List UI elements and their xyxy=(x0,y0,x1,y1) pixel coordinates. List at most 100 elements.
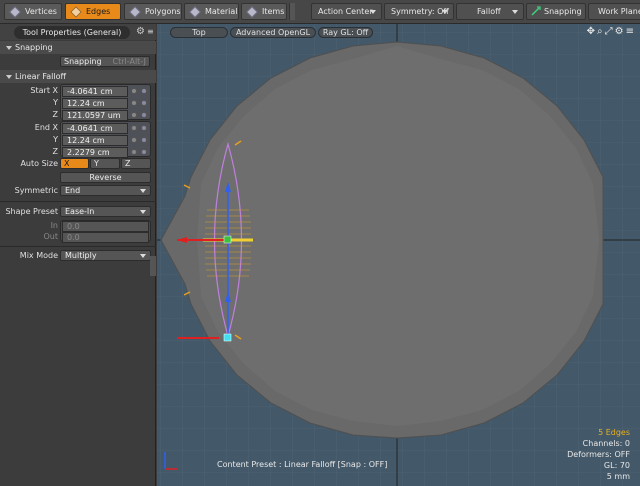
action-center-dropdown[interactable]: Action Center xyxy=(311,3,382,20)
raygl-toggle[interactable]: Ray GL: Off xyxy=(318,27,373,38)
gl-stat: GL: 70 xyxy=(603,461,630,470)
3d-viewport[interactable]: Top Advanced OpenGL Ray GL: Off ✥⌕⤢⚙≡ 5 … xyxy=(157,24,640,486)
edges-icon xyxy=(70,6,82,18)
falloff-label: Falloff xyxy=(477,7,501,16)
mix-mode-select[interactable]: Multiply xyxy=(60,250,151,261)
mix-mode-label: Mix Mode xyxy=(19,251,58,260)
start-x-field[interactable]: -4.0641 cm xyxy=(62,86,128,97)
envelope-dot-icon[interactable] xyxy=(141,88,147,94)
materials-mode-button[interactable]: Materials xyxy=(184,3,239,20)
content-preset-status: Content Preset : Linear Falloff [Snap : … xyxy=(217,460,388,469)
envelope-dot-icon[interactable] xyxy=(141,137,147,143)
snapping-icon xyxy=(531,6,541,16)
fit-icon[interactable]: ⤢ xyxy=(605,26,615,37)
menu-icon[interactable]: ≡ xyxy=(147,26,154,37)
auto-size-y-button[interactable]: Y xyxy=(90,158,120,169)
in-label: In xyxy=(50,221,58,230)
chevron-down-icon xyxy=(140,210,146,214)
work-plane-button[interactable]: Work Plane xyxy=(588,3,640,20)
snapping-button[interactable]: Snapping Ctrl-Alt-J xyxy=(60,56,150,67)
start-z-label: Z xyxy=(52,110,58,119)
snapping-label: Snapping xyxy=(544,7,582,16)
chevron-down-icon xyxy=(140,189,146,193)
polygons-icon xyxy=(129,6,141,18)
shape-preset-select[interactable]: Ease-In xyxy=(60,206,151,217)
vertices-icon xyxy=(9,6,21,18)
auto-size-z-button[interactable]: Z xyxy=(121,158,151,169)
shading-dropdown[interactable]: Advanced OpenGL xyxy=(230,27,316,38)
start-y-field[interactable]: 12.24 cm xyxy=(62,98,128,109)
animate-dot-icon[interactable] xyxy=(131,149,137,155)
snapping-toggle-button[interactable]: Snapping xyxy=(526,3,586,20)
end-x-field[interactable]: -4.0641 cm xyxy=(62,123,128,134)
edges-mode-label: Edges xyxy=(86,7,111,16)
animate-dot-icon[interactable] xyxy=(131,137,137,143)
reverse-button[interactable]: Reverse xyxy=(60,172,151,183)
out-label: Out xyxy=(43,232,58,241)
polygons-mode-label: Polygons xyxy=(145,7,181,16)
top-toolbar: Vertices Edges Polygons Materials Items … xyxy=(0,0,640,24)
edges-mode-button[interactable]: Edges xyxy=(65,3,121,20)
mix-mode-value: Multiply xyxy=(65,251,97,260)
viewport-canvas[interactable] xyxy=(157,24,640,486)
animate-dot-icon[interactable] xyxy=(131,88,137,94)
shape-preset-value: Ease-In xyxy=(65,207,95,216)
falloff-dropdown[interactable]: Falloff xyxy=(456,3,524,20)
symmetry-dropdown[interactable]: Symmetry: Off xyxy=(384,3,454,20)
materials-icon xyxy=(189,6,201,18)
channels-stat: Channels: 0 xyxy=(582,439,630,448)
start-z-field[interactable]: 121.0597 um xyxy=(62,110,128,121)
envelope-dot-icon[interactable] xyxy=(141,112,147,118)
gear-icon[interactable]: ⚙ xyxy=(615,26,626,37)
animate-dot-icon[interactable] xyxy=(131,100,137,106)
start-handle[interactable] xyxy=(223,235,232,244)
symmetric-select[interactable]: End xyxy=(60,185,151,196)
symmetric-label: Symmetric xyxy=(14,186,58,195)
menu-icon[interactable]: ≡ xyxy=(626,26,636,37)
action-center-label: Action Center xyxy=(318,7,373,16)
envelope-dot-icon[interactable] xyxy=(141,125,147,131)
materials-mode-label: Materials xyxy=(205,7,239,16)
in-field[interactable]: 0.0 xyxy=(62,221,149,232)
chevron-down-icon xyxy=(442,10,448,14)
items-mode-button[interactable]: Items xyxy=(241,3,287,20)
polygons-mode-button[interactable]: Polygons xyxy=(124,3,182,20)
panel-title[interactable]: Tool Properties (General) xyxy=(14,26,130,39)
pan-icon[interactable]: ✥ xyxy=(587,26,597,37)
divider xyxy=(0,246,156,247)
end-y-field[interactable]: 12.24 cm xyxy=(62,135,128,146)
vertices-mode-label: Vertices xyxy=(25,7,57,16)
auto-size-x-button[interactable]: X xyxy=(60,158,89,169)
snapping-shortcut: Ctrl-Alt-J xyxy=(112,57,146,66)
chevron-down-icon xyxy=(140,254,146,258)
divider xyxy=(0,201,156,202)
snapping-section-header[interactable]: Snapping xyxy=(0,41,156,54)
gear-icon[interactable]: ⚙ xyxy=(136,26,145,37)
auto-size-label: Auto Size xyxy=(20,159,58,168)
viewport-nav-icons: ✥⌕⤢⚙≡ xyxy=(587,26,636,37)
tool-properties-panel: Tool Properties (General) ⚙ ≡ Snapping S… xyxy=(0,24,156,486)
out-field[interactable]: 0.0 xyxy=(62,232,149,243)
envelope-dot-icon[interactable] xyxy=(141,149,147,155)
zoom-icon[interactable]: ⌕ xyxy=(597,26,605,37)
end-handle[interactable] xyxy=(223,333,232,342)
end-z-label: Z xyxy=(52,147,58,156)
shape-preset-label: Shape Preset xyxy=(5,207,58,216)
animate-dot-icon[interactable] xyxy=(131,112,137,118)
view-dropdown[interactable]: Top xyxy=(170,27,228,38)
end-x-label: End X xyxy=(34,123,58,132)
vertices-mode-button[interactable]: Vertices xyxy=(4,3,62,20)
items-mode-label: Items xyxy=(262,7,285,16)
linear-falloff-section-header[interactable]: Linear Falloff xyxy=(0,70,156,83)
end-z-field[interactable]: 2.2279 cm xyxy=(62,147,128,158)
start-y-label: Y xyxy=(53,98,58,107)
animate-dot-icon[interactable] xyxy=(131,125,137,131)
start-x-label: Start X xyxy=(30,86,58,95)
items-icon xyxy=(246,6,258,18)
work-plane-label: Work Plane xyxy=(598,7,640,16)
panel-collapse-handle[interactable] xyxy=(150,256,156,276)
snapping-button-label: Snapping xyxy=(64,57,102,66)
envelope-dot-icon[interactable] xyxy=(141,100,147,106)
symmetric-value: End xyxy=(65,186,81,195)
panel-header: Tool Properties (General) ⚙ ≡ xyxy=(0,24,156,40)
